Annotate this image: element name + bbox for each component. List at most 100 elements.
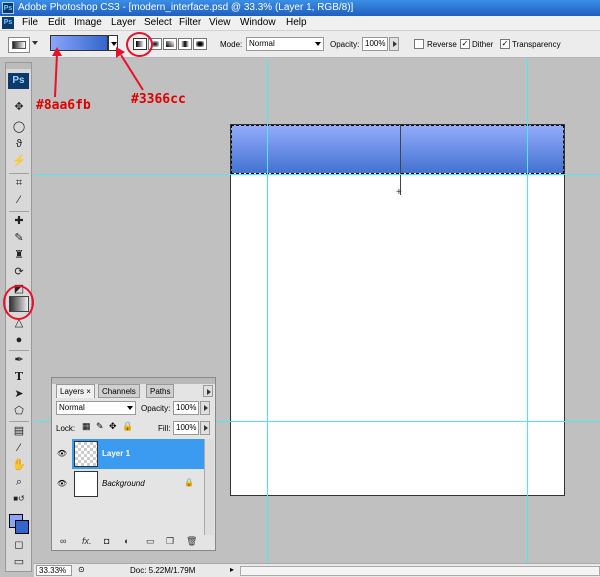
hand-tool-icon[interactable]: ✋	[9, 457, 29, 473]
panel-menu-button[interactable]	[203, 385, 213, 397]
path-selection-tool-icon[interactable]: ➤	[9, 386, 29, 402]
blend-mode-value: Normal	[59, 403, 85, 412]
reflected-gradient-button[interactable]	[178, 38, 192, 50]
tab-layers[interactable]: Layers ×	[56, 384, 95, 398]
eye-icon[interactable]: 👁	[56, 479, 68, 489]
lock-image-icon[interactable]: ✎	[96, 421, 104, 432]
layer-row[interactable]: 👁 Layer 1	[52, 439, 204, 469]
dither-label: Dither	[472, 40, 494, 49]
eyedropper-sample-tool-icon[interactable]: ⁄	[9, 440, 29, 456]
lock-transparent-icon[interactable]: ▦	[82, 421, 91, 432]
lock-position-icon[interactable]: ✥	[109, 421, 117, 432]
crop-tool-icon[interactable]: ⌗	[9, 175, 29, 191]
fill-slider-button[interactable]	[200, 421, 210, 435]
layer-opacity-input[interactable]: 100%	[173, 401, 199, 415]
vertical-guide[interactable]	[267, 58, 268, 563]
horizontal-scrollbar[interactable]	[240, 566, 600, 576]
tab-channels[interactable]: Channels	[98, 384, 140, 398]
adjustment-layer-icon[interactable]: ◐	[124, 536, 129, 546]
clone-stamp-tool-icon[interactable]: ♜	[9, 247, 29, 263]
reverse-label: Reverse	[427, 40, 457, 49]
app-menu-icon[interactable]: Ps	[2, 17, 14, 29]
magic-wand-tool-icon[interactable]: ⚡	[9, 153, 29, 169]
transparency-checkbox[interactable]: ✓	[500, 39, 510, 49]
chevron-down-icon	[127, 406, 133, 410]
chevron-down-icon	[315, 42, 321, 46]
tab-paths[interactable]: Paths	[146, 384, 175, 398]
zoom-tool-icon[interactable]: ⌕	[9, 474, 29, 490]
title-bar: Ps Adobe Photoshop CS3 - [modern_interfa…	[0, 0, 600, 16]
mode-label: Mode:	[220, 40, 243, 49]
diamond-gradient-icon	[196, 41, 204, 47]
shape-tool-icon[interactable]: ⬠	[9, 403, 29, 419]
menu-filter[interactable]: Filter	[179, 17, 201, 28]
link-layers-icon[interactable]: ∞	[60, 536, 66, 546]
notes-tool-icon[interactable]: ▤	[9, 423, 29, 439]
status-flyout-icon[interactable]: ▸	[230, 565, 234, 574]
menu-file[interactable]: File	[22, 17, 38, 28]
reverse-checkbox[interactable]	[414, 39, 424, 49]
pen-tool-icon[interactable]: ✒	[9, 352, 29, 368]
fill-input[interactable]: 100%	[173, 421, 199, 435]
tool-preset-picker[interactable]	[8, 37, 30, 53]
angle-gradient-icon	[166, 41, 174, 47]
dodge-tool-icon[interactable]: ●	[9, 332, 29, 348]
gradient-picker-dropdown[interactable]	[108, 35, 118, 51]
layer-thumbnail	[74, 441, 98, 467]
layer-body: Background 🔒	[72, 469, 204, 499]
default-colors-icon[interactable]: ■↺	[9, 491, 29, 507]
new-group-icon[interactable]: ▭	[146, 536, 155, 547]
move-tool-icon[interactable]: ✥	[9, 99, 29, 115]
menu-help[interactable]: Help	[286, 17, 307, 28]
ps-logo: Ps	[8, 73, 29, 89]
screen-mode-icon[interactable]: ▭	[9, 554, 29, 570]
background-color-swatch[interactable]	[15, 520, 29, 534]
app-icon: Ps	[2, 2, 14, 14]
transparency-label: Transparency	[512, 40, 561, 49]
opacity-input[interactable]: 100%	[362, 37, 388, 51]
blend-mode-select[interactable]: Normal	[56, 401, 136, 415]
menu-layer[interactable]: Layer	[111, 17, 136, 28]
eye-icon[interactable]: 👁	[56, 449, 68, 459]
opacity-slider-button[interactable]	[389, 37, 399, 51]
tab-layers-label: Layers	[60, 387, 85, 396]
panel-grip[interactable]	[6, 63, 31, 69]
menu-view[interactable]: View	[209, 17, 231, 28]
layers-panel: Layers × Channels Paths Normal Opacity: …	[51, 377, 216, 551]
mode-select[interactable]: Normal	[246, 37, 324, 51]
gradient-editor-swatch[interactable]	[50, 35, 108, 51]
brush-tool-icon[interactable]: ✎	[9, 230, 29, 246]
horizontal-guide[interactable]	[34, 174, 600, 175]
marquee-tool-icon[interactable]: ◯	[9, 119, 29, 135]
lock-all-icon[interactable]: 🔒	[122, 421, 133, 432]
tool-divider	[9, 211, 29, 212]
layer-mask-icon[interactable]: ◘	[104, 536, 109, 546]
layer-style-icon[interactable]: fx.	[82, 536, 92, 546]
healing-brush-tool-icon[interactable]: ✚	[9, 213, 29, 229]
status-info-icon[interactable]: ⊙	[78, 565, 85, 574]
new-layer-icon[interactable]: ❐	[166, 536, 174, 547]
layer-opacity-slider-button[interactable]	[200, 401, 210, 415]
quick-mask-icon[interactable]: ◻	[9, 537, 29, 553]
layer-name[interactable]: Background	[102, 479, 145, 488]
layers-scrollbar[interactable]	[204, 439, 214, 535]
trash-icon[interactable]: 🗑	[186, 536, 197, 547]
angle-gradient-button[interactable]	[163, 38, 177, 50]
dither-checkbox[interactable]: ✓	[460, 39, 470, 49]
document-canvas[interactable]	[230, 124, 565, 496]
layer-row[interactable]: 👁 Background 🔒	[52, 469, 204, 499]
diamond-gradient-button[interactable]	[193, 38, 207, 50]
vertical-guide[interactable]	[527, 58, 528, 563]
fill-label: Fill:	[158, 424, 171, 433]
menu-edit[interactable]: Edit	[48, 17, 65, 28]
eyedropper-tool-icon[interactable]: ⁄	[9, 192, 29, 208]
history-brush-tool-icon[interactable]: ⟳	[9, 264, 29, 280]
layer-name[interactable]: Layer 1	[102, 449, 130, 458]
chevron-down-icon[interactable]	[32, 41, 38, 45]
type-tool-icon[interactable]: T	[9, 369, 29, 385]
zoom-level-field[interactable]: 33.33%	[36, 565, 72, 576]
menu-window[interactable]: Window	[240, 17, 276, 28]
menu-select[interactable]: Select	[144, 17, 172, 28]
menu-image[interactable]: Image	[74, 17, 102, 28]
lasso-tool-icon[interactable]: ϑ	[9, 136, 29, 152]
